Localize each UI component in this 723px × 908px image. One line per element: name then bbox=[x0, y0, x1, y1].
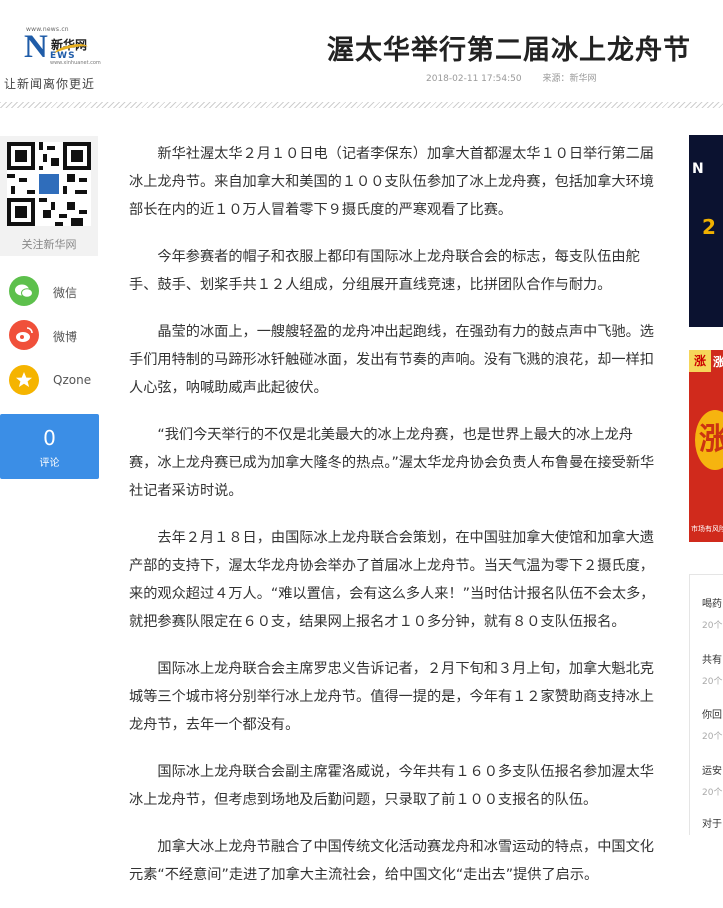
article-source: 来源：新华网 bbox=[542, 74, 597, 84]
ad2-tag2: 涨 bbox=[713, 355, 723, 369]
wechat-icon bbox=[9, 276, 39, 306]
related-news-title: 共有 bbox=[702, 655, 722, 666]
article-paragraph: 国际冰上龙舟联合会副主席霍洛威说，今年共有１６０多支队伍报名参加渥太华冰上龙舟节… bbox=[129, 764, 654, 808]
ad1-mark: N bbox=[692, 161, 704, 177]
related-news-sub: 20个 bbox=[702, 788, 723, 798]
ad1-text: 2 bbox=[702, 215, 716, 239]
page-title: 渥太华举行第二届冰上龙舟节 bbox=[327, 35, 691, 66]
related-news-item[interactable]: 共有 20个 bbox=[702, 651, 723, 687]
related-news-sub: 20个 bbox=[702, 621, 723, 631]
logo-url-small: www.xinhuanet.com bbox=[50, 60, 101, 66]
ad-banner-top[interactable]: N 2 bbox=[689, 135, 723, 327]
share-wechat-label: 微信 bbox=[53, 286, 78, 300]
qr-code-box: 关注新华网 bbox=[0, 136, 98, 256]
ad2-footer: 市场有风险 bbox=[691, 525, 723, 533]
related-news-title: 你回 bbox=[702, 710, 722, 721]
publish-datetime: 2018-02-11 17:54:50 bbox=[426, 74, 522, 84]
article-meta: 2018-02-11 17:54:50 来源：新华网 bbox=[426, 71, 596, 84]
related-news-title: 对于 bbox=[702, 819, 722, 830]
xinhua-logo[interactable]: www.news.cn N 新华网 EWS www.xinhuanet.com bbox=[24, 26, 101, 68]
related-news-title: 运安 bbox=[702, 766, 722, 777]
share-weibo-button[interactable]: 微博 bbox=[9, 320, 99, 352]
ad2-tag: 涨 bbox=[689, 350, 711, 372]
article-paragraph: 去年２月１８日，由国际冰上龙舟联合会策划，在中国驻加拿大使馆和加拿大遗产部的支持… bbox=[129, 530, 655, 630]
related-news-list: 喝药 20个 共有 20个 你回 20个 运安 20个 对于 bbox=[689, 574, 723, 835]
article-paragraph: “我们今天举行的不仅是北美最大的冰上龙舟赛，也是世界上最大的冰上龙舟赛，冰上龙舟… bbox=[129, 427, 655, 499]
related-news-title: 喝药 bbox=[702, 599, 722, 610]
site-slogan: 让新闻离你更近 bbox=[4, 77, 96, 91]
related-news-sub: 20个 bbox=[702, 677, 723, 687]
article-paragraph: 国际冰上龙舟联合会主席罗忠义告诉记者，２月下旬和３月上旬，加拿大魁北克城等三个城… bbox=[129, 661, 654, 733]
weibo-icon bbox=[9, 320, 39, 350]
qr-label: 关注新华网 bbox=[21, 238, 77, 251]
ad2-coin: 涨 bbox=[695, 410, 723, 470]
header-divider bbox=[0, 102, 723, 108]
qr-code-icon bbox=[7, 142, 91, 226]
related-news-item[interactable]: 运安 20个 bbox=[702, 762, 723, 798]
share-weibo-label: 微博 bbox=[53, 330, 78, 344]
share-qzone-button[interactable]: Qzone bbox=[9, 365, 99, 397]
related-news-item[interactable]: 喝药 20个 bbox=[702, 595, 723, 631]
comment-button[interactable]: 0 评论 bbox=[0, 414, 99, 479]
comment-label: 评论 bbox=[39, 458, 60, 469]
article-paragraph: 今年参赛者的帽子和衣服上都印有国际冰上龙舟联合会的标志，每支队伍由舵手、鼓手、划… bbox=[129, 249, 640, 293]
share-qzone-label: Qzone bbox=[53, 373, 92, 387]
qzone-icon bbox=[9, 365, 39, 395]
related-news-sub: 20个 bbox=[702, 732, 723, 742]
article-paragraph: 加拿大冰上龙舟节融合了中国传统文化活动赛龙舟和冰雪运动的特点，中国文化元素“不经… bbox=[129, 839, 654, 883]
article-paragraph: 新华社渥太华２月１０日电（记者李保东）加拿大首都渥太华１０日举行第二届冰上龙舟节… bbox=[129, 146, 654, 218]
related-news-item[interactable]: 对于 bbox=[702, 815, 723, 830]
comment-count: 0 bbox=[43, 426, 56, 450]
article-paragraph: 晶莹的冰面上，一艘艘轻盈的龙舟冲出起跑线，在强劲有力的鼓点声中飞驰。选手们用特制… bbox=[129, 324, 654, 396]
article-body: 新华社渥太华２月１０日电（记者李保东）加拿大首都渥太华１０日举行第二届冰上龙舟节… bbox=[129, 140, 657, 908]
share-wechat-button[interactable]: 微信 bbox=[9, 276, 99, 308]
logo-letter: N bbox=[24, 29, 48, 65]
ad-banner-red[interactable]: 涨 涨 涨 市场有风险 bbox=[689, 350, 723, 542]
related-news-item[interactable]: 你回 20个 bbox=[702, 706, 723, 742]
